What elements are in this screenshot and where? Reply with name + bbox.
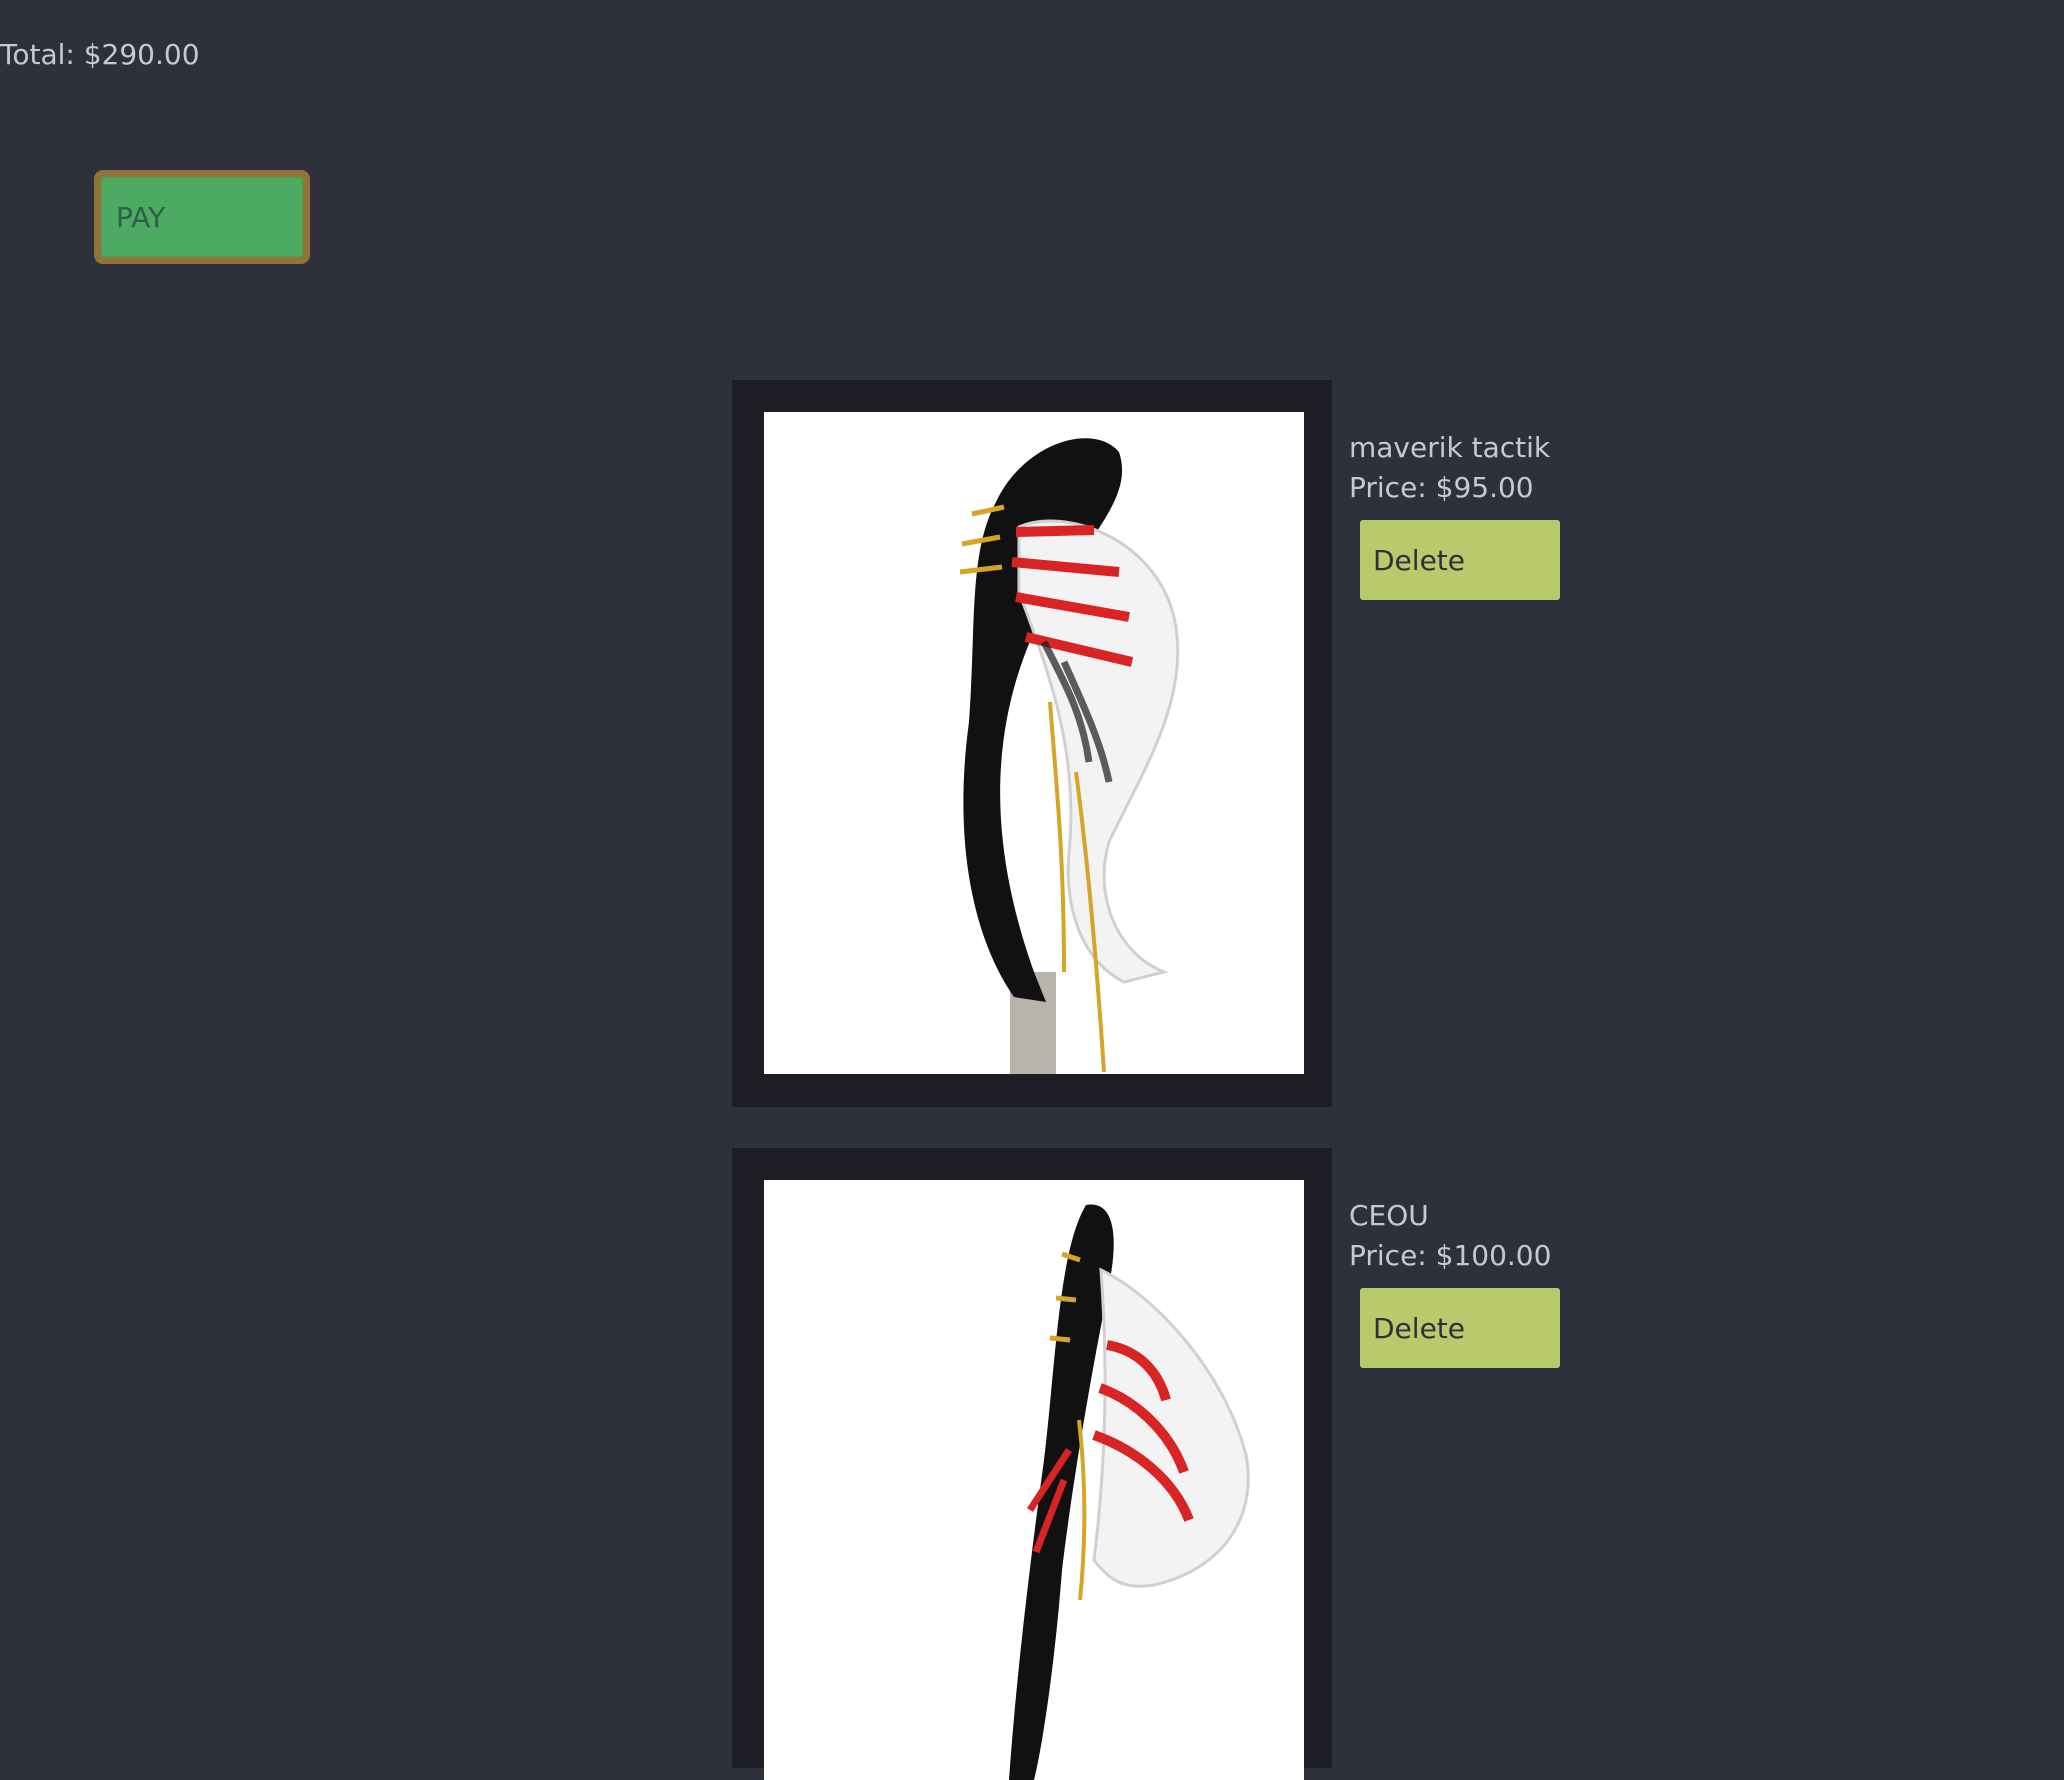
item-price: Price: $100.00 [1349,1239,1552,1272]
lacrosse-head-image [764,1180,1304,1780]
pay-button[interactable]: PAY [94,170,310,264]
cart-item-info: maverik tactik Price: $95.00 Delete [1349,428,1609,600]
cart-total: Total: $290.00 [0,38,200,71]
cart-item-info: CEOU Price: $100.00 Delete [1349,1196,1609,1368]
item-price: Price: $95.00 [1349,471,1534,504]
cart-item-card [732,380,1332,1107]
delete-button[interactable]: Delete [1360,520,1560,600]
delete-button[interactable]: Delete [1360,1288,1560,1368]
item-name: CEOU [1349,1199,1429,1232]
lacrosse-head-image [764,412,1304,1074]
product-image [764,412,1304,1074]
item-name: maverik tactik [1349,431,1551,464]
cart-item-card [732,1148,1332,1780]
product-image [764,1180,1304,1780]
